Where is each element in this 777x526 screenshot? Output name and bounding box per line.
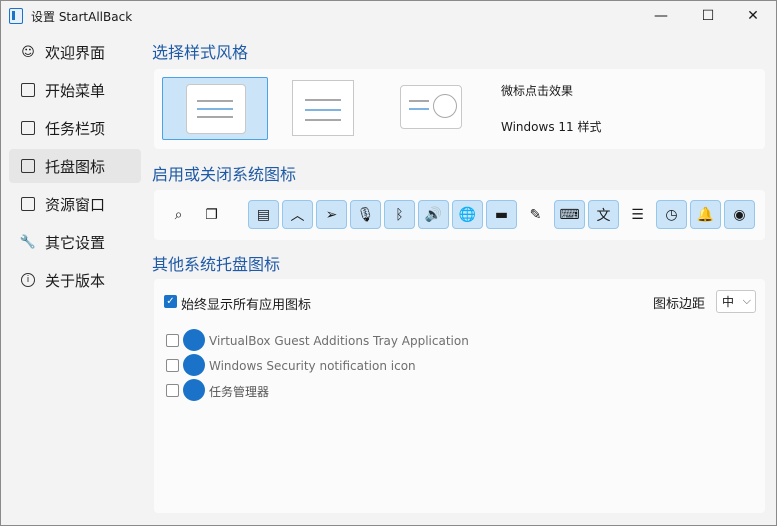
chevron-down-icon: ⌵	[742, 294, 751, 307]
icon-margin-label: 图标边距	[653, 297, 706, 312]
style-option-3[interactable]	[400, 77, 506, 140]
microphone-icon[interactable]: 🎙	[350, 200, 381, 229]
style-option-2[interactable]	[292, 77, 398, 140]
start-menu-icon	[21, 83, 35, 97]
virtualbox-icon	[183, 329, 205, 351]
app-row-checkbox[interactable]	[166, 359, 179, 372]
sidebar: ☺ 欢迎界面 开始菜单 任务栏项 托盘图标 资源窗口 🔧 其它设置 i 关于版本	[9, 35, 141, 301]
icon-margin-dropdown[interactable]: 中 ⌵	[716, 290, 756, 313]
style-thumbnail	[400, 85, 462, 129]
language-icon[interactable]: 文	[588, 200, 619, 229]
smiley-icon: ☺	[21, 44, 35, 60]
network-globe-icon[interactable]: 🌐	[452, 200, 483, 229]
sidebar-item-other-settings[interactable]: 🔧 其它设置	[9, 225, 141, 259]
style-thumbnail	[292, 80, 354, 136]
other-tray-heading: 其他系统托盘图标	[152, 255, 281, 274]
sidebar-item-tray[interactable]: 托盘图标	[9, 149, 141, 183]
sidebar-item-taskbar[interactable]: 任务栏项	[9, 111, 141, 145]
sidebar-item-label: 欢迎界面	[45, 43, 106, 62]
sidebar-item-label: 关于版本	[45, 271, 106, 290]
style-thumbnail	[186, 84, 246, 134]
folder-icon	[21, 197, 35, 211]
windows-security-icon	[183, 354, 205, 376]
sidebar-item-label: 开始菜单	[45, 81, 106, 100]
sidebar-item-label: 资源窗口	[45, 195, 106, 214]
sidebar-item-label: 托盘图标	[45, 157, 106, 176]
keyboard-icon[interactable]: ⌨	[554, 200, 585, 229]
chevron-up-icon[interactable]: ︿	[282, 200, 313, 229]
taskbar-icon	[21, 121, 35, 135]
style-section-heading: 选择样式风格	[152, 43, 249, 62]
bell-icon[interactable]: 🔔	[690, 200, 721, 229]
sidebar-item-start-menu[interactable]: 开始菜单	[9, 73, 141, 107]
equalizer-icon[interactable]: ☰	[622, 200, 653, 229]
sidebar-item-about[interactable]: i 关于版本	[9, 263, 141, 297]
settings-window: 设置 StartAllBack — ☐ ✕ ☺ 欢迎界面 开始菜单 任务栏项 托…	[0, 0, 777, 526]
pen-icon[interactable]: ✎	[520, 200, 551, 229]
bluetooth-icon[interactable]: ᛒ	[384, 200, 415, 229]
app-row-label: 任务管理器	[209, 385, 270, 399]
maximize-button[interactable]: ☐	[685, 1, 731, 31]
sidebar-item-label: 任务栏项	[45, 119, 106, 138]
style-option-1[interactable]	[162, 77, 268, 140]
wrench-icon: 🔧	[19, 234, 37, 250]
input-panel-icon[interactable]: ▤	[248, 200, 279, 229]
close-button[interactable]: ✕	[730, 1, 776, 31]
tray-icon	[21, 159, 35, 173]
style-option-label: Windows 11 样式	[501, 120, 602, 134]
always-show-label: 始终显示所有应用图标	[181, 298, 312, 313]
volume-icon[interactable]: 🔊	[418, 200, 449, 229]
clock-icon[interactable]: ◷	[656, 200, 687, 229]
system-icons-card: ⌕ ❐ ▤ ︿ ➢ 🎙 ᛒ 🔊 🌐 ▬ ✎ ⌨ 文 ☰ ◷ 🔔 ◉	[154, 190, 765, 240]
system-icons-heading: 启用或关闭系统图标	[152, 165, 297, 184]
minimize-button[interactable]: —	[638, 1, 684, 31]
sidebar-item-label: 其它设置	[45, 233, 106, 252]
title-bar: 设置 StartAllBack — ☐ ✕	[1, 1, 776, 31]
app-row-checkbox[interactable]	[166, 334, 179, 347]
app-row-label: Windows Security notification icon	[209, 359, 416, 373]
clock-icon	[433, 94, 457, 118]
location-icon[interactable]: ➢	[316, 200, 347, 229]
search-icon[interactable]: ⌕	[163, 200, 194, 229]
app-row-checkbox[interactable]	[166, 384, 179, 397]
style-card: 微标点击效果 Windows 11 样式	[154, 69, 765, 149]
window-title: 设置 StartAllBack	[31, 10, 133, 24]
style-option-label: 微标点击效果	[501, 84, 574, 98]
info-icon: i	[21, 273, 35, 287]
sidebar-item-welcome[interactable]: ☺ 欢迎界面	[9, 35, 141, 69]
task-manager-icon	[183, 379, 205, 401]
sidebar-item-explorer[interactable]: 资源窗口	[9, 187, 141, 221]
eye-icon[interactable]: ◉	[724, 200, 755, 229]
task-view-icon[interactable]: ❐	[196, 200, 227, 229]
dropdown-value: 中	[722, 295, 735, 309]
app-row-label: VirtualBox Guest Additions Tray Applicat…	[209, 334, 469, 348]
startallback-app-icon	[9, 8, 23, 24]
battery-icon[interactable]: ▬	[486, 200, 517, 229]
always-show-checkbox[interactable]: ✓	[164, 295, 177, 308]
